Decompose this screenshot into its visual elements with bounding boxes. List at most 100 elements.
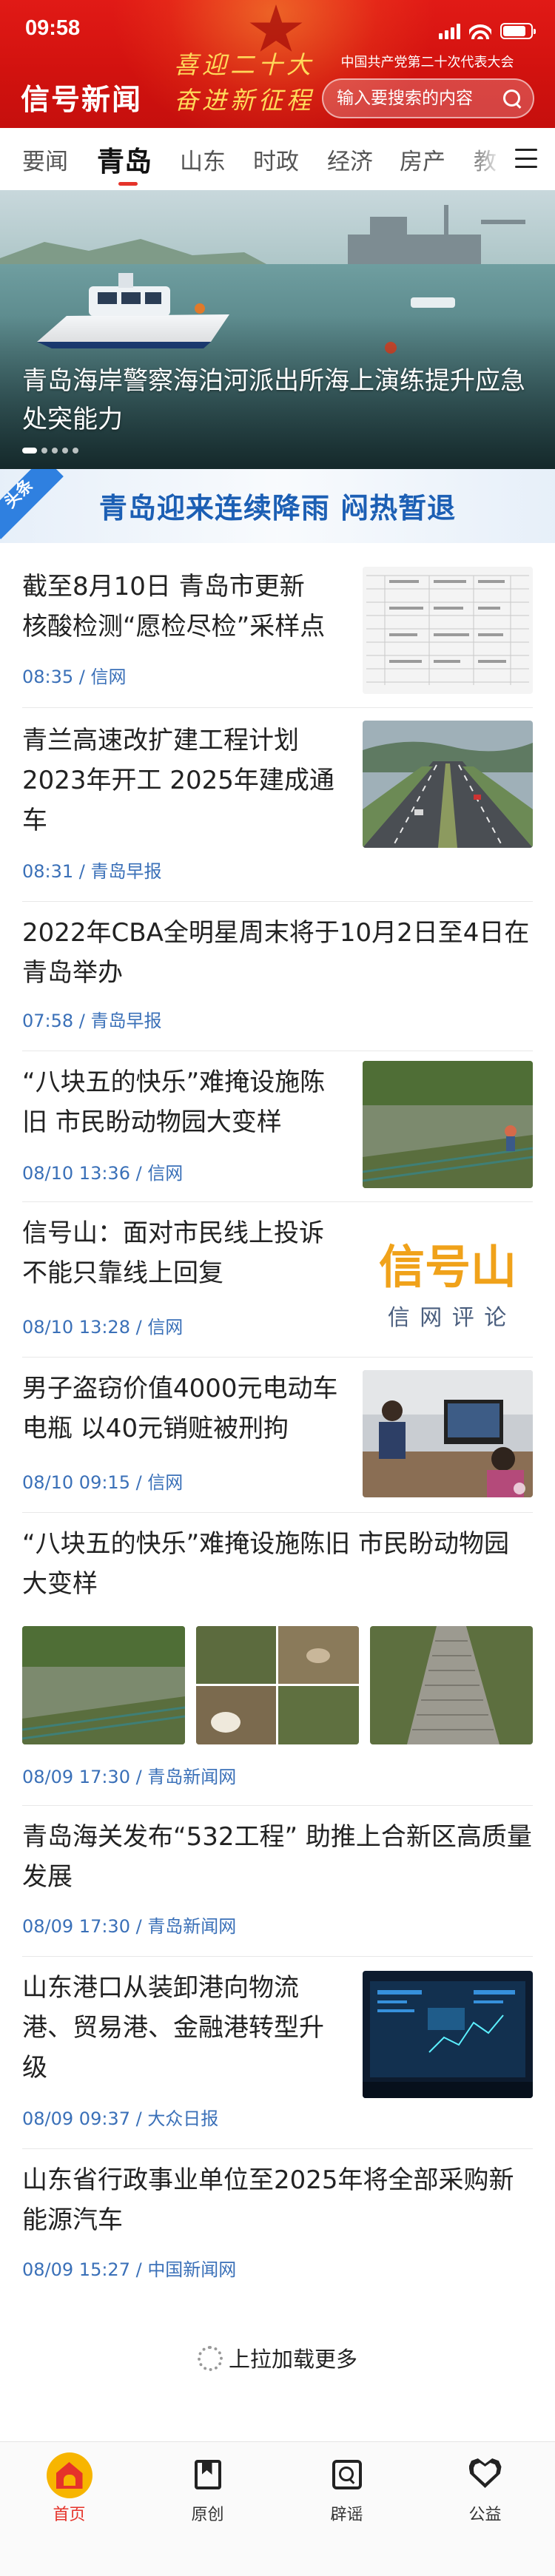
load-more-label: 上拉加载更多 bbox=[228, 2347, 357, 2372]
news-title[interactable]: 山东省行政事业单位至2025年将全部采购新能源汽车 bbox=[22, 2160, 533, 2240]
feed-divider bbox=[22, 707, 533, 708]
news-time: 08/09 15:27 bbox=[22, 2259, 130, 2280]
thumb-brand-text: 信号山 bbox=[378, 1240, 517, 1294]
news-thumbnail[interactable] bbox=[22, 1626, 185, 1744]
news-item[interactable]: 信号山：面对市民线上投诉不能只靠线上回复 bbox=[22, 1213, 340, 1293]
nav-home[interactable]: 首页 bbox=[0, 2442, 138, 2576]
news-thumbnail[interactable] bbox=[363, 1370, 533, 1497]
thumb-brand-subtext: 信 网 评 论 bbox=[387, 1305, 508, 1331]
signal-icon bbox=[439, 23, 460, 39]
news-item[interactable]: 山东港口从装卸港向物流港、贸易港、金融港转型升级 bbox=[22, 1968, 340, 2088]
news-time: 08/09 09:37 bbox=[22, 2108, 130, 2129]
news-meta: 08/09 17:30 / 青岛新闻网 bbox=[22, 1762, 236, 1788]
channel-menu-icon[interactable] bbox=[515, 149, 537, 168]
news-title[interactable]: 青岛海关发布“532工程” 助推上合新区高质量发展 bbox=[22, 1817, 533, 1897]
slogan-line-2: 奋进新征程 bbox=[174, 86, 314, 115]
headline-title[interactable]: 青岛迎来连续降雨 闷热暂退 bbox=[0, 485, 555, 526]
carousel-dot[interactable] bbox=[52, 448, 58, 454]
news-title[interactable]: 男子盗窃价值4000元电动车电瓶 以40元销赃被刑拘 bbox=[22, 1369, 340, 1449]
slogan-line-1: 喜迎二十大 bbox=[174, 50, 314, 79]
news-title[interactable]: 信号山：面对市民线上投诉不能只靠线上回复 bbox=[22, 1213, 340, 1293]
meta-separator: / bbox=[73, 1011, 91, 1031]
search-bar[interactable] bbox=[322, 78, 534, 118]
headline-banner[interactable]: 头条 青岛迎来连续降雨 闷热暂退 bbox=[0, 469, 555, 543]
tab-shandong[interactable]: 山东 bbox=[180, 143, 226, 176]
news-thumbnail[interactable] bbox=[363, 567, 533, 694]
news-item[interactable]: 男子盗窃价值4000元电动车电瓶 以40元销赃被刑拘 bbox=[22, 1369, 340, 1449]
news-title[interactable]: “八块五的快乐”难掩设施陈旧 市民盼动物园大变样 bbox=[22, 1524, 533, 1604]
news-source: 信网 bbox=[147, 1163, 184, 1184]
home-icon[interactable] bbox=[46, 2452, 92, 2498]
tab-shizheng[interactable]: 时政 bbox=[253, 143, 299, 176]
news-thumbnail[interactable] bbox=[363, 1061, 533, 1188]
news-item[interactable]: 截至8月10日 青岛市更新核酸检测“愿检尽检”采样点 bbox=[22, 567, 326, 647]
news-item[interactable]: 青兰高速改扩建工程计划2023年开工 2025年建成通车 bbox=[22, 721, 340, 840]
news-item[interactable]: “八块五的快乐”难掩设施陈旧 市民盼动物园大变样 bbox=[22, 1524, 533, 1604]
tab-fangchan[interactable]: 房产 bbox=[400, 143, 445, 176]
hero-carousel[interactable]: 青岛海岸警察海泊河派出所海上演练提升应急处突能力 bbox=[0, 190, 555, 469]
nav-label: 首页 bbox=[53, 2506, 86, 2524]
news-time: 07:58 bbox=[22, 1011, 74, 1031]
news-meta: 08/10 13:28 / 信网 bbox=[22, 1312, 183, 1338]
news-source: 信网 bbox=[90, 667, 127, 687]
news-item[interactable]: 青岛海关发布“532工程” 助推上合新区高质量发展 bbox=[22, 1817, 533, 1897]
status-icons bbox=[439, 22, 536, 40]
news-source: 青岛新闻网 bbox=[147, 1767, 237, 1787]
tab-jingji[interactable]: 经济 bbox=[327, 143, 373, 176]
meta-separator: / bbox=[130, 2108, 148, 2129]
nav-rumor[interactable]: 辟谣 bbox=[278, 2442, 416, 2576]
news-source: 中国新闻网 bbox=[147, 2259, 237, 2280]
news-meta: 08:35 / 信网 bbox=[22, 662, 127, 688]
tab-qingdao[interactable]: 青岛 bbox=[97, 139, 152, 179]
nav-welfare[interactable]: 公益 bbox=[416, 2442, 554, 2576]
news-item[interactable]: “八块五的快乐”难掩设施陈旧 市民盼动物园大变样 bbox=[22, 1062, 340, 1142]
news-thumbnail[interactable] bbox=[363, 1971, 533, 2098]
carousel-dot[interactable] bbox=[73, 448, 78, 454]
hero-caption[interactable]: 青岛海岸警察海泊河派出所海上演练提升应急处突能力 bbox=[22, 362, 533, 439]
search-input[interactable] bbox=[337, 80, 500, 117]
news-thumbnail[interactable] bbox=[363, 721, 533, 848]
carousel-dot[interactable] bbox=[22, 448, 37, 454]
active-tab-indicator bbox=[118, 182, 138, 186]
news-meta: 08/10 09:15 / 信网 bbox=[22, 1468, 183, 1494]
news-time: 08:35 bbox=[22, 667, 74, 687]
nav-original[interactable]: 原创 bbox=[138, 2442, 277, 2576]
zoo-pond-image bbox=[22, 1626, 185, 1744]
news-meta: 07:58 / 青岛早报 bbox=[22, 1006, 162, 1032]
document-table-image bbox=[363, 567, 533, 694]
news-title[interactable]: 山东港口从装卸港向物流港、贸易港、金融港转型升级 bbox=[22, 1968, 340, 2088]
news-title[interactable]: “八块五的快乐”难掩设施陈旧 市民盼动物园大变样 bbox=[22, 1062, 340, 1142]
news-title[interactable]: 青兰高速改扩建工程计划2023年开工 2025年建成通车 bbox=[22, 721, 340, 840]
heart-icon[interactable] bbox=[469, 2458, 502, 2489]
load-more[interactable]: 上拉加载更多 bbox=[0, 2342, 555, 2373]
search-icon[interactable] bbox=[503, 90, 521, 107]
news-item[interactable]: 2022年CBA全明星周末将于10月2日至4日在青岛举办 bbox=[22, 913, 533, 993]
loading-spinner-icon bbox=[197, 2346, 223, 2371]
meta-separator: / bbox=[130, 1317, 148, 1338]
news-time: 08/09 17:30 bbox=[22, 1767, 130, 1787]
feed-divider bbox=[22, 1512, 533, 1513]
feed-divider bbox=[22, 901, 533, 902]
news-thumbnail[interactable]: 信号山 信 网 评 论 bbox=[363, 1216, 533, 1343]
bottom-navigation: 首页 原创 辟谣 公益 bbox=[0, 2441, 555, 2576]
zoo-pond-image bbox=[363, 1061, 533, 1188]
wifi-icon bbox=[469, 23, 491, 39]
bookmark-icon[interactable] bbox=[194, 2460, 221, 2489]
carousel-dot[interactable] bbox=[62, 448, 68, 454]
slogan: 喜迎二十大 奋进新征程 bbox=[155, 47, 333, 118]
news-meta: 08:31 / 青岛早报 bbox=[22, 857, 162, 883]
nav-label: 辟谣 bbox=[330, 2506, 363, 2524]
news-thumbnail[interactable] bbox=[196, 1626, 359, 1744]
news-title[interactable]: 2022年CBA全明星周末将于10月2日至4日在青岛举办 bbox=[22, 913, 533, 993]
news-item[interactable]: 山东省行政事业单位至2025年将全部采购新能源汽车 bbox=[22, 2160, 533, 2240]
search-box-icon[interactable] bbox=[332, 2460, 362, 2489]
news-title[interactable]: 截至8月10日 青岛市更新核酸检测“愿检尽检”采样点 bbox=[22, 567, 326, 647]
news-thumbnail[interactable] bbox=[370, 1626, 533, 1744]
tab-yaowen[interactable]: 要闻 bbox=[22, 143, 68, 176]
feed-divider bbox=[22, 1357, 533, 1358]
app-logo[interactable]: 信号新闻 bbox=[21, 77, 142, 118]
feed-divider bbox=[22, 2148, 533, 2149]
tab-fade bbox=[466, 128, 503, 190]
highway-image bbox=[363, 721, 533, 848]
carousel-dot[interactable] bbox=[41, 448, 47, 454]
